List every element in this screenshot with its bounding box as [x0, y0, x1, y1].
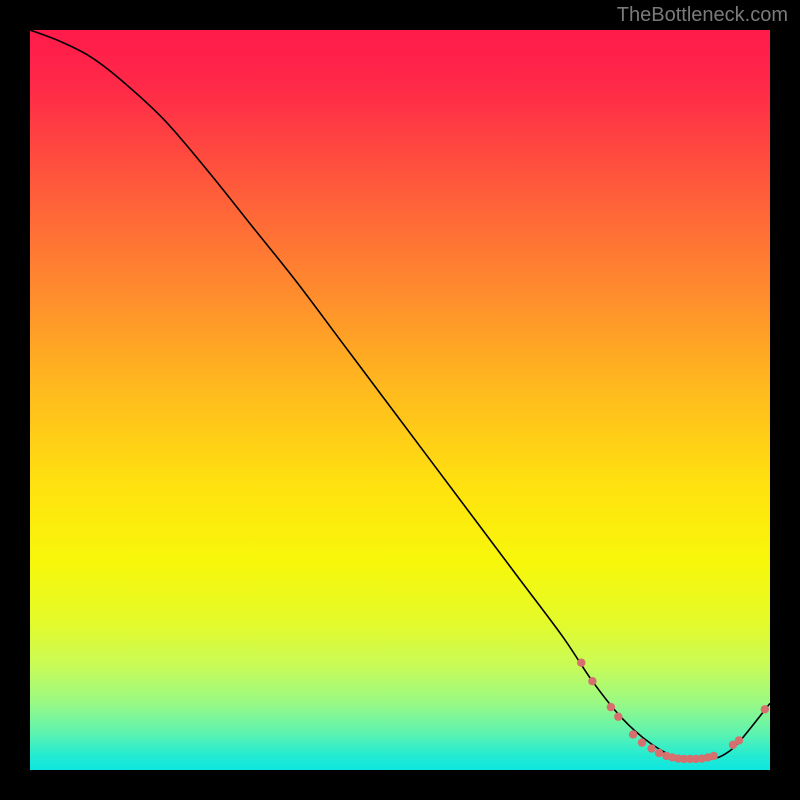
data-point: [647, 744, 655, 752]
data-point: [607, 703, 615, 711]
data-point: [710, 752, 718, 760]
data-point: [614, 713, 622, 721]
plot-area: [30, 30, 770, 770]
data-point: [577, 659, 585, 667]
chart-svg: [30, 30, 770, 770]
data-point: [638, 738, 646, 746]
data-markers: [577, 659, 769, 764]
bottleneck-curve: [30, 30, 770, 760]
watermark-text: TheBottleneck.com: [617, 4, 788, 27]
data-point: [655, 749, 663, 757]
data-point: [588, 677, 596, 685]
data-point: [761, 705, 769, 713]
data-point: [629, 730, 637, 738]
data-point: [735, 736, 743, 744]
